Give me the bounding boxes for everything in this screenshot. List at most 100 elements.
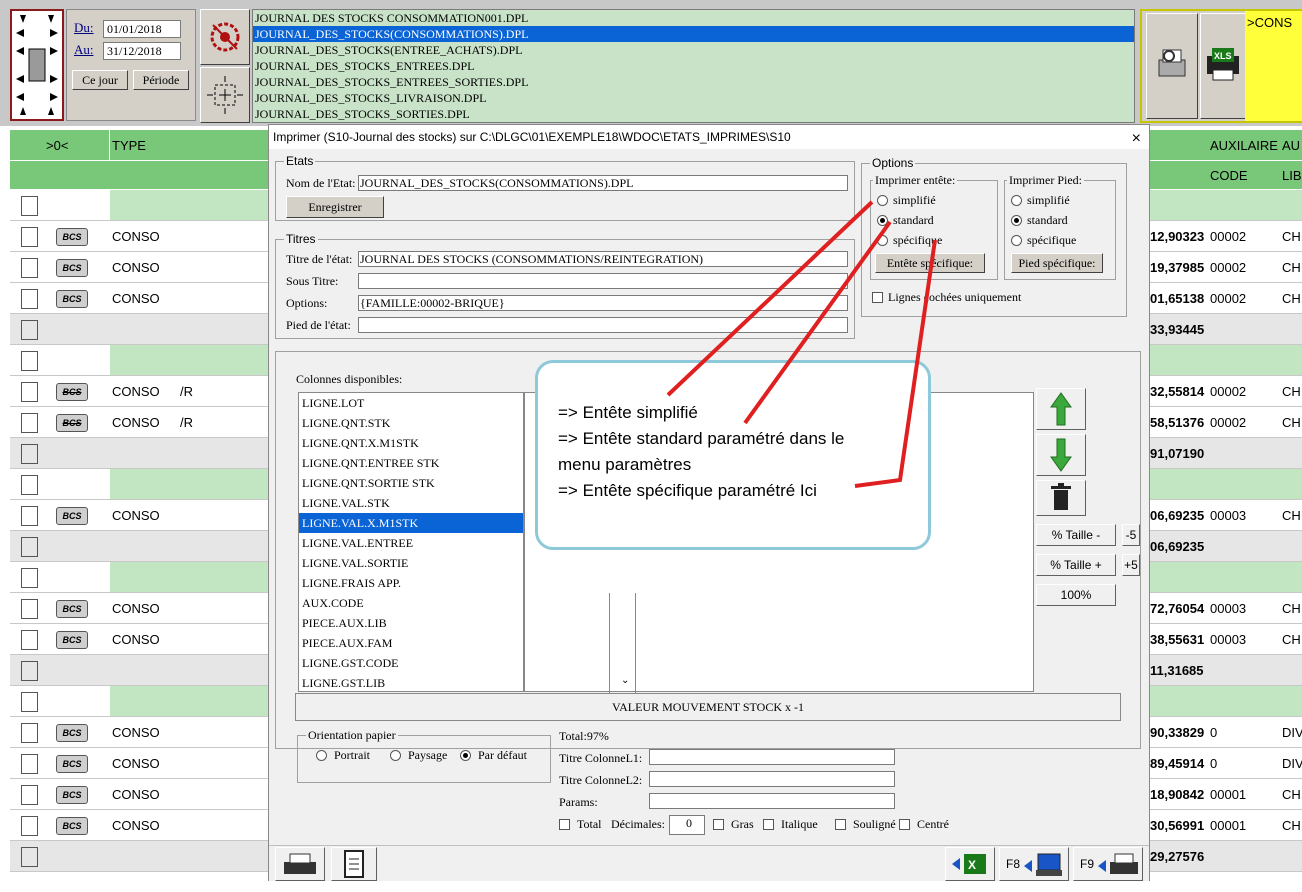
pied-etat-input[interactable] — [358, 317, 848, 333]
navigation-pad[interactable] — [10, 9, 64, 121]
state-file-list[interactable]: JOURNAL DES STOCKS CONSOMMATION001.DPL JO… — [252, 9, 1135, 123]
column-list-item[interactable]: LIGNE.QNT.ENTREE STK — [299, 453, 523, 473]
lignes-cochees-checkbox[interactable] — [872, 292, 883, 303]
sous-titre-input[interactable] — [358, 273, 848, 289]
minus5-button[interactable]: -5 — [1122, 524, 1140, 546]
titre-col2-input[interactable] — [649, 771, 895, 787]
plus5-button[interactable]: +5 — [1122, 554, 1140, 576]
row-checkbox[interactable] — [21, 661, 38, 681]
bcs-icon[interactable]: BCS — [56, 724, 88, 742]
header-lib[interactable]: LIB — [1282, 168, 1302, 183]
pied-specifique-radio[interactable] — [1011, 235, 1022, 246]
row-checkbox[interactable] — [21, 413, 38, 433]
gras-checkbox[interactable] — [713, 819, 724, 830]
bcs-icon[interactable]: BCS — [56, 414, 88, 432]
par-defaut-radio[interactable] — [460, 750, 471, 761]
souligne-checkbox[interactable] — [835, 819, 846, 830]
row-checkbox[interactable] — [21, 723, 38, 743]
column-list-item[interactable]: LIGNE.VAL.ENTREE — [299, 533, 523, 553]
column-list-item[interactable]: LIGNE.FRAIS APP. — [299, 573, 523, 593]
cent-pourcent-button[interactable]: 100% — [1036, 584, 1116, 606]
pied-specifique-button[interactable]: Pied spécifique: — [1011, 253, 1103, 273]
column-list-item[interactable]: PIECE.AUX.FAM — [299, 633, 523, 653]
params-input[interactable] — [649, 793, 895, 809]
row-checkbox[interactable] — [21, 537, 38, 557]
entete-specifique-button[interactable]: Entête spécifique: — [875, 253, 985, 273]
date-to-input[interactable]: 31/12/2018 — [103, 42, 181, 60]
entete-simplifie-radio[interactable] — [877, 195, 888, 206]
header-type[interactable]: TYPE — [112, 138, 146, 153]
column-list-item[interactable]: LIGNE.VAL.SORTIE — [299, 553, 523, 573]
header-au[interactable]: AU — [1282, 138, 1300, 153]
row-checkbox[interactable] — [21, 289, 38, 309]
column-list-item[interactable]: LIGNE.VAL.X.M1STK — [299, 513, 523, 533]
move-up-button[interactable] — [1036, 388, 1086, 430]
bcs-icon[interactable]: BCS — [56, 507, 88, 525]
row-checkbox[interactable] — [21, 754, 38, 774]
bcs-icon[interactable]: BCS — [56, 290, 88, 308]
column-list-item[interactable]: LIGNE.QNT.X.M1STK — [299, 433, 523, 453]
scroll-down-icon[interactable]: ⌄ — [621, 675, 629, 686]
row-checkbox[interactable] — [21, 258, 38, 278]
entete-specifique-radio[interactable] — [877, 235, 888, 246]
column-list-item[interactable]: LIGNE.QNT.STK — [299, 413, 523, 433]
file-list-item[interactable]: JOURNAL_DES_STOCKS(ENTREE_ACHATS).DPL — [253, 42, 1134, 58]
close-icon[interactable]: × — [1132, 127, 1141, 151]
file-list-item[interactable]: JOURNAL_DES_STOCKS(CONSOMMATIONS).DPL — [253, 26, 1134, 42]
column-list-item[interactable]: AUX.CODE — [299, 593, 523, 613]
periode-button[interactable]: Période — [133, 70, 189, 90]
row-checkbox[interactable] — [21, 568, 38, 588]
pied-standard-radio[interactable] — [1011, 215, 1022, 226]
file-list-item[interactable]: JOURNAL_DES_STOCKS_ENTREES_SORTIES.DPL — [253, 74, 1134, 90]
export-excel-button[interactable]: X — [945, 847, 995, 881]
paysage-radio[interactable] — [390, 750, 401, 761]
file-list-item[interactable]: JOURNAL_DES_STOCKS_LIVRAISON.DPL — [253, 90, 1134, 106]
print-preview-button[interactable] — [1146, 13, 1198, 119]
bcs-icon[interactable]: BCS — [56, 259, 88, 277]
export-xls-button[interactable]: XLS — [1200, 13, 1246, 119]
decimales-spinner[interactable]: 0 — [669, 815, 705, 835]
taille-minus-button[interactable]: % Taille - — [1036, 524, 1116, 546]
file-list-item[interactable]: JOURNAL DES STOCKS CONSOMMATION001.DPL — [253, 10, 1134, 26]
ce-jour-button[interactable]: Ce jour — [72, 70, 128, 90]
nom-etat-input[interactable]: JOURNAL_DES_STOCKS(CONSOMMATIONS).DPL — [358, 175, 848, 191]
portrait-radio[interactable] — [316, 750, 327, 761]
centre-checkbox[interactable] — [899, 819, 910, 830]
row-checkbox[interactable] — [21, 475, 38, 495]
bcs-icon[interactable]: BCS — [56, 228, 88, 246]
column-list-item[interactable]: LIGNE.GST.CODE — [299, 653, 523, 673]
reset-filter-button[interactable] — [200, 9, 250, 65]
titre-col1-input[interactable] — [649, 749, 895, 765]
bcs-icon[interactable]: BCS — [56, 755, 88, 773]
total-checkbox[interactable] — [559, 819, 570, 830]
bcs-icon[interactable]: BCS — [56, 600, 88, 618]
row-checkbox[interactable] — [21, 351, 38, 371]
delete-column-button[interactable] — [1036, 480, 1086, 516]
bcs-icon[interactable]: BCS — [56, 383, 88, 401]
row-checkbox[interactable] — [21, 196, 38, 216]
row-checkbox[interactable] — [21, 227, 38, 247]
valeur-mouvement-bar[interactable]: VALEUR MOUVEMENT STOCK x -1 — [295, 693, 1121, 721]
bcs-icon[interactable]: BCS — [56, 817, 88, 835]
document-button[interactable] — [331, 847, 377, 881]
header-code[interactable]: CODE — [1210, 168, 1248, 183]
column-list-item[interactable]: LIGNE.GST.LIB — [299, 673, 523, 691]
header-auxilaire[interactable]: AUXILAIRE — [1210, 138, 1278, 153]
row-checkbox[interactable] — [21, 692, 38, 712]
move-down-button[interactable] — [1036, 434, 1086, 476]
column-list-item[interactable]: PIECE.AUX.LIB — [299, 613, 523, 633]
taille-plus-button[interactable]: % Taille + — [1036, 554, 1116, 576]
columns-list[interactable]: LIGNE.LOT LIGNE.QNT.STK LIGNE.QNT.X.M1STK L… — [298, 392, 524, 692]
date-from-input[interactable]: 01/01/2018 — [103, 20, 181, 38]
row-checkbox[interactable] — [21, 785, 38, 805]
pied-simplifie-radio[interactable] — [1011, 195, 1022, 206]
italique-checkbox[interactable] — [763, 819, 774, 830]
options-input[interactable]: {FAMILLE:00002-BRIQUE} — [358, 295, 848, 311]
f9-print-button[interactable]: F9 — [1073, 847, 1143, 881]
column-list-item[interactable]: LIGNE.VAL.STK — [299, 493, 523, 513]
row-checkbox[interactable] — [21, 444, 38, 464]
row-checkbox[interactable] — [21, 816, 38, 836]
entete-standard-radio[interactable] — [877, 215, 888, 226]
f8-print-button[interactable]: F8 — [999, 847, 1069, 881]
row-checkbox[interactable] — [21, 382, 38, 402]
